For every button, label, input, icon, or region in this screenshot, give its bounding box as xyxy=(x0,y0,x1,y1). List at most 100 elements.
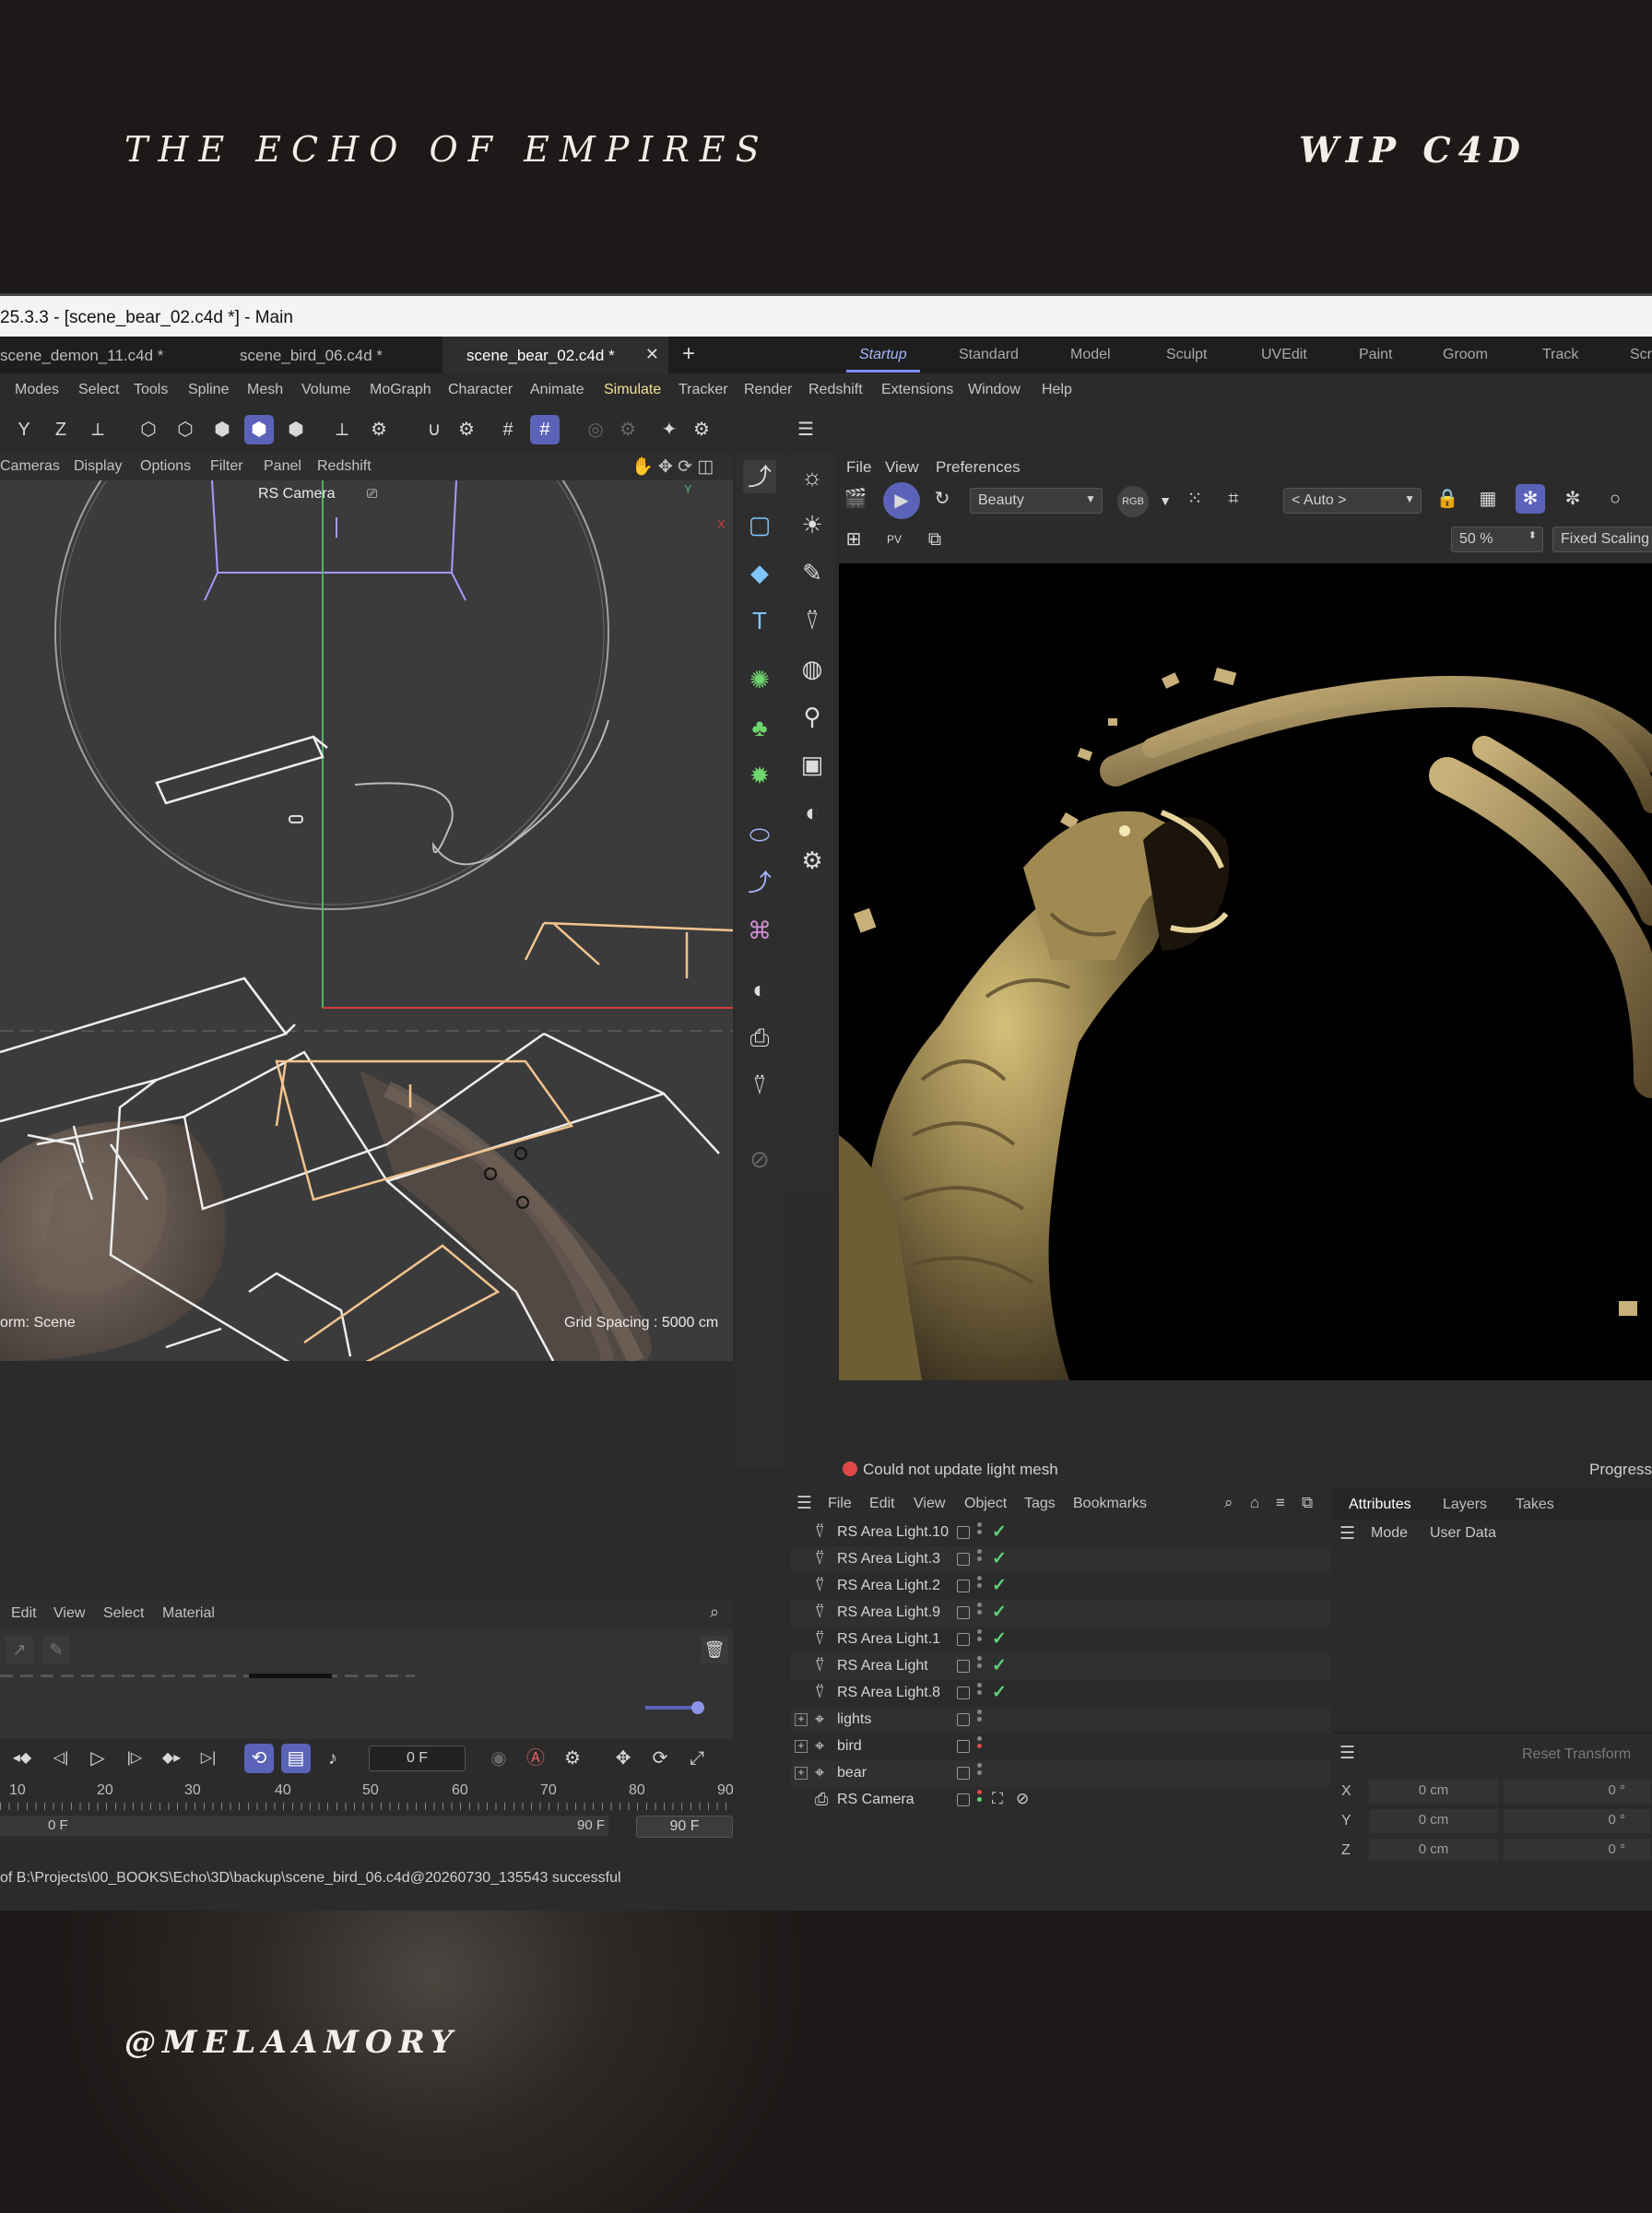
enabled-check-icon[interactable]: ✓ xyxy=(992,1602,1007,1623)
visibility-dots[interactable] xyxy=(977,1629,983,1650)
position-x-field[interactable]: 0 cm xyxy=(1369,1780,1498,1804)
tab-takes[interactable]: Takes xyxy=(1516,1497,1554,1513)
list-item[interactable]: ⍢ RS Area Light.2 ✓ xyxy=(791,1573,1330,1600)
solo-settings-icon[interactable]: ⚙ xyxy=(613,415,643,444)
om-hamburger-icon[interactable]: ☰ xyxy=(796,1493,812,1514)
move-tool-icon[interactable]: ⤴ xyxy=(743,460,776,493)
enabled-check-icon[interactable]: ✓ xyxy=(992,1655,1007,1676)
next-key-icon[interactable]: ◆▸ xyxy=(157,1744,186,1773)
menu-animate[interactable]: Animate xyxy=(530,382,584,398)
mat-menu-select[interactable]: Select xyxy=(103,1605,144,1622)
list-item[interactable]: ⍢ RS Area Light.9 ✓ xyxy=(791,1600,1330,1627)
visibility-dots[interactable] xyxy=(977,1790,983,1810)
reset-transform-button[interactable]: Reset Transform xyxy=(1522,1746,1631,1763)
layout-tab-standard[interactable]: Standard xyxy=(959,347,1019,363)
rgb-channel-button[interactable]: RGB xyxy=(1117,486,1149,517)
menu-redshift[interactable]: Redshift xyxy=(808,382,863,398)
enabled-check-icon[interactable]: ✓ xyxy=(992,1682,1007,1703)
dither-icon[interactable]: ⁙ xyxy=(1180,484,1210,514)
edges-mode-icon[interactable]: ⬡ xyxy=(171,415,200,444)
end-icon[interactable]: ▷| xyxy=(194,1744,223,1773)
eyedropper-icon[interactable]: ✎ xyxy=(42,1636,70,1663)
frame-range-slider[interactable] xyxy=(0,1816,608,1836)
visibility-dots[interactable] xyxy=(977,1736,983,1757)
loop-icon[interactable]: ⟲ xyxy=(244,1744,274,1773)
tab-layers[interactable]: Layers xyxy=(1443,1497,1487,1513)
menu-tracker[interactable]: Tracker xyxy=(678,382,728,398)
layout-tab-model[interactable]: Model xyxy=(1070,347,1111,363)
camera-select-dropdown[interactable]: < Auto > ▼ xyxy=(1283,488,1422,514)
camera-tag-icon[interactable]: ⛶ xyxy=(992,1790,1003,1808)
clapper-icon[interactable]: 🎬 xyxy=(841,484,870,514)
uv-mode-icon[interactable]: ⬢ xyxy=(281,415,311,444)
solo-icon[interactable]: ◎ xyxy=(581,415,610,444)
panel-menu-icon[interactable]: ☰ xyxy=(795,415,817,444)
key-position-icon[interactable]: ✥ xyxy=(608,1744,638,1773)
layout-tab-script[interactable]: Scri xyxy=(1630,347,1652,363)
preview-range-icon[interactable]: ▤ xyxy=(281,1744,311,1773)
visibility-dots[interactable] xyxy=(977,1576,983,1596)
edit-icon[interactable] xyxy=(957,1660,970,1673)
points-mode-icon[interactable]: ⬡ xyxy=(134,415,163,444)
axis-y-button[interactable]: Y xyxy=(9,415,39,444)
menu-extensions[interactable]: Extensions xyxy=(881,382,953,398)
attr-mode-menu[interactable]: Mode xyxy=(1371,1525,1408,1542)
play-icon[interactable]: ▷ xyxy=(83,1744,112,1773)
close-tab-icon[interactable]: ✕ xyxy=(645,345,659,364)
workplane-icon[interactable]: ⟂ xyxy=(327,415,357,444)
expand-icon[interactable]: + xyxy=(795,1740,808,1753)
sound-icon[interactable]: ♪ xyxy=(318,1744,348,1773)
rotation-y-field[interactable]: 0 ° xyxy=(1504,1809,1651,1833)
menu-modes[interactable]: Modes xyxy=(15,382,59,398)
polygons-mode-icon[interactable]: ⬢ xyxy=(207,415,237,444)
menu-help[interactable]: Help xyxy=(1042,382,1072,398)
zoom-field[interactable]: 50 % ⬍ xyxy=(1451,527,1543,552)
menu-render[interactable]: Render xyxy=(744,382,792,398)
current-frame-field[interactable]: 0 F xyxy=(369,1746,466,1771)
viewport-menu-filter[interactable]: Filter xyxy=(210,458,243,475)
text-tool-icon[interactable]: T xyxy=(743,604,776,637)
paint-tool-icon[interactable]: ⊘ xyxy=(743,1142,776,1176)
snowflake-active-icon[interactable]: ✻ xyxy=(1516,484,1545,514)
list-item[interactable]: ⍢ RS Area Light.8 ✓ xyxy=(791,1680,1330,1707)
cloner-icon[interactable]: ♣ xyxy=(743,711,776,744)
edit-icon[interactable] xyxy=(957,1526,970,1539)
expand-icon[interactable]: + xyxy=(795,1767,808,1780)
edit-icon[interactable] xyxy=(957,1767,970,1780)
rotation-x-field[interactable]: 0 ° xyxy=(1504,1780,1651,1804)
zoom-slider-handle[interactable] xyxy=(691,1701,704,1714)
expand-icon[interactable]: + xyxy=(795,1713,808,1726)
attr-hamburger-icon[interactable]: ☰ xyxy=(1339,1523,1355,1544)
visibility-dots[interactable] xyxy=(977,1656,983,1676)
symmetry-icon[interactable]: ✦ xyxy=(655,415,684,444)
snap-icon[interactable]: ∪ xyxy=(419,415,449,444)
om-filter-icon[interactable]: ≡ xyxy=(1276,1494,1285,1512)
viewport-menu-panel[interactable]: Panel xyxy=(264,458,301,475)
key-rotation-icon[interactable]: ⟳ xyxy=(645,1744,675,1773)
edit-icon[interactable] xyxy=(957,1553,970,1566)
timeline-ruler[interactable]: 10 20 30 40 50 60 70 80 90 xyxy=(0,1781,734,1812)
edit-icon[interactable] xyxy=(957,1580,970,1592)
rgb-chevron-icon[interactable]: ▼ xyxy=(1150,486,1180,515)
symmetry-settings-icon[interactable]: ⚙ xyxy=(687,415,716,444)
environment-icon[interactable]: ◐ xyxy=(743,973,776,1006)
list-item[interactable]: ⍢ RS Area Light.10 ✓ xyxy=(791,1520,1330,1546)
edit-icon[interactable] xyxy=(957,1740,970,1753)
grid-view-icon[interactable]: ▦ xyxy=(1473,484,1503,514)
mat-menu-view[interactable]: View xyxy=(53,1605,85,1622)
rotation-z-field[interactable]: 0 ° xyxy=(1504,1839,1651,1863)
menu-spline[interactable]: Spline xyxy=(188,382,229,398)
circle-icon[interactable]: ○ xyxy=(1600,484,1630,514)
refresh-render-icon[interactable]: ↻ xyxy=(927,484,957,514)
tab-attributes[interactable]: Attributes xyxy=(1349,1497,1411,1513)
axis-z-button[interactable]: Z xyxy=(46,415,76,444)
om-menu-object[interactable]: Object xyxy=(964,1496,1007,1512)
menu-select[interactable]: Select xyxy=(78,382,119,398)
doc-tab-demon[interactable]: scene_demon_11.c4d * xyxy=(0,337,210,373)
field-icon[interactable]: ⌘ xyxy=(743,914,776,947)
mat-menu-material[interactable]: Material xyxy=(162,1605,215,1622)
menu-window[interactable]: Window xyxy=(968,382,1021,398)
generator-icon[interactable]: ✺ xyxy=(743,663,776,696)
camera-link-icon[interactable]: ⎚ xyxy=(367,486,377,502)
pv-button[interactable]: PV xyxy=(879,525,909,554)
